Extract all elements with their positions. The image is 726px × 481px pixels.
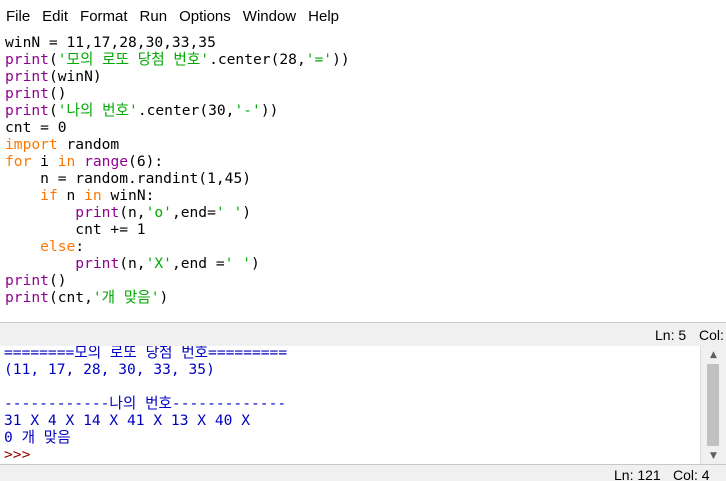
code-token: print [5, 272, 49, 289]
shell-line-indicator: Ln: 121 [614, 467, 661, 481]
code-token: ( [48, 51, 58, 68]
editor-line-indicator: Ln: 5 [655, 327, 687, 343]
code-token: winN = 11,17,28,30,33,35 [5, 34, 216, 51]
code-token: )) [260, 102, 279, 119]
code-token: '-' [234, 102, 261, 119]
code-line: print(winN) [5, 68, 102, 85]
shell-output[interactable]: ========모의 로또 당첨 번호========= (11, 17, 28,… [0, 346, 700, 464]
code-token: (n, [119, 204, 146, 221]
code-token: 'X' [145, 255, 172, 272]
code-token: ) [242, 204, 252, 221]
code-token: ,end= [171, 204, 216, 221]
code-token: () [48, 85, 67, 102]
menu-edit[interactable]: Edit [36, 0, 74, 33]
code-token: n [57, 187, 85, 204]
code-token: .center(28, [209, 51, 306, 68]
code-token: n = random.randint(1,45) [5, 170, 252, 187]
code-line: print() [5, 272, 67, 289]
code-token: print [5, 289, 49, 306]
code-token: () [48, 272, 67, 289]
code-line: print(n,'X',end =' ') [5, 255, 260, 272]
menu-help[interactable]: Help [302, 0, 345, 33]
code-line: else: [5, 238, 84, 255]
code-token: (winN) [48, 68, 102, 85]
shell-output-line: 0 개 맞음 [4, 429, 71, 446]
code-token: print [5, 102, 49, 119]
code-token: i [31, 153, 58, 170]
code-token: for [5, 153, 32, 170]
menu-window[interactable]: Window [237, 0, 302, 33]
menu-run[interactable]: Run [134, 0, 174, 33]
code-token: '모의 로또 당첨 번호' [57, 51, 210, 68]
code-token: ) [251, 255, 260, 272]
triangle-down-icon[interactable]: ▼ [701, 447, 726, 464]
code-token: ,end = [171, 255, 225, 272]
menu-bar: File Edit Format Run Options Window Help [0, 0, 726, 33]
code-token: (cnt, [48, 289, 93, 306]
code-line: if n in winN: [5, 187, 154, 204]
code-line: cnt = 0 [5, 119, 67, 136]
code-line: cnt += 1 [5, 221, 146, 238]
code-line: print('모의 로또 당첨 번호'.center(28,'=')) [5, 51, 350, 68]
code-token: import [5, 136, 58, 153]
code-line: print(cnt,'개 맞음') [5, 289, 168, 306]
code-token: '개 맞음' [92, 289, 160, 306]
code-token: print [5, 68, 49, 85]
code-editor[interactable]: winN = 11,17,28,30,33,35 print('모의 로또 당첨 … [0, 33, 726, 322]
shell-output-line: ------------나의 번호------------- [4, 395, 287, 412]
code-token: random [57, 136, 120, 153]
shell-output-line: (11, 17, 28, 30, 33, 35) [4, 361, 215, 378]
editor-column-indicator: Col: [699, 327, 724, 343]
code-token: ' ' [215, 204, 243, 221]
code-token: : [75, 238, 85, 255]
menu-file[interactable]: File [0, 0, 36, 33]
code-line: print('나의 번호'.center(30,'-')) [5, 102, 278, 119]
code-token: ' ' [224, 255, 252, 272]
code-token: '나의 번호' [57, 102, 138, 119]
code-line: print(n,'o',end=' ') [5, 204, 251, 221]
code-token: cnt = 0 [5, 119, 67, 136]
code-token: '=' [305, 51, 333, 68]
triangle-up-icon[interactable]: ▲ [701, 346, 726, 363]
code-token: 'o' [145, 204, 172, 221]
shell-output-line: 31 X 4 X 14 X 41 X 13 X 40 X [4, 412, 251, 429]
editor-status-bar: Ln: 5 Col: [0, 322, 726, 346]
code-token: ( [48, 102, 58, 119]
code-line: winN = 11,17,28,30,33,35 [5, 34, 216, 51]
code-token: cnt += 1 [5, 221, 146, 238]
idle-window: File Edit Format Run Options Window Help… [0, 0, 726, 481]
shell-output-line: ========모의 로또 당첨 번호========= [4, 346, 288, 361]
code-token: )) [332, 51, 350, 68]
code-token: print [75, 255, 120, 272]
code-token: if [40, 187, 58, 204]
shell-scrollbar[interactable]: ▲ ▼ [700, 346, 726, 464]
code-token: (6): [128, 153, 164, 170]
code-token: print [5, 51, 49, 68]
code-token: print [75, 204, 120, 221]
shell-status-bar: Ln: 121 Col: 4 [0, 464, 726, 481]
code-token: .center(30, [137, 102, 235, 119]
code-token: else [40, 238, 76, 255]
code-line: n = random.randint(1,45) [5, 170, 251, 187]
code-token: in [57, 153, 76, 170]
code-token: ) [159, 289, 169, 306]
code-token: print [5, 85, 49, 102]
code-token: in [84, 187, 102, 204]
code-line: for i in range(6): [5, 153, 163, 170]
code-token: range [84, 153, 129, 170]
shell-prompt: >>> [4, 446, 31, 463]
scroll-thumb[interactable] [707, 364, 719, 446]
menu-format[interactable]: Format [74, 0, 134, 33]
code-line: print() [5, 85, 67, 102]
code-token: winN: [101, 187, 155, 204]
code-line: import random [5, 136, 119, 153]
code-token: (n, [119, 255, 146, 272]
shell-column-indicator: Col: 4 [673, 467, 710, 481]
menu-options[interactable]: Options [173, 0, 237, 33]
